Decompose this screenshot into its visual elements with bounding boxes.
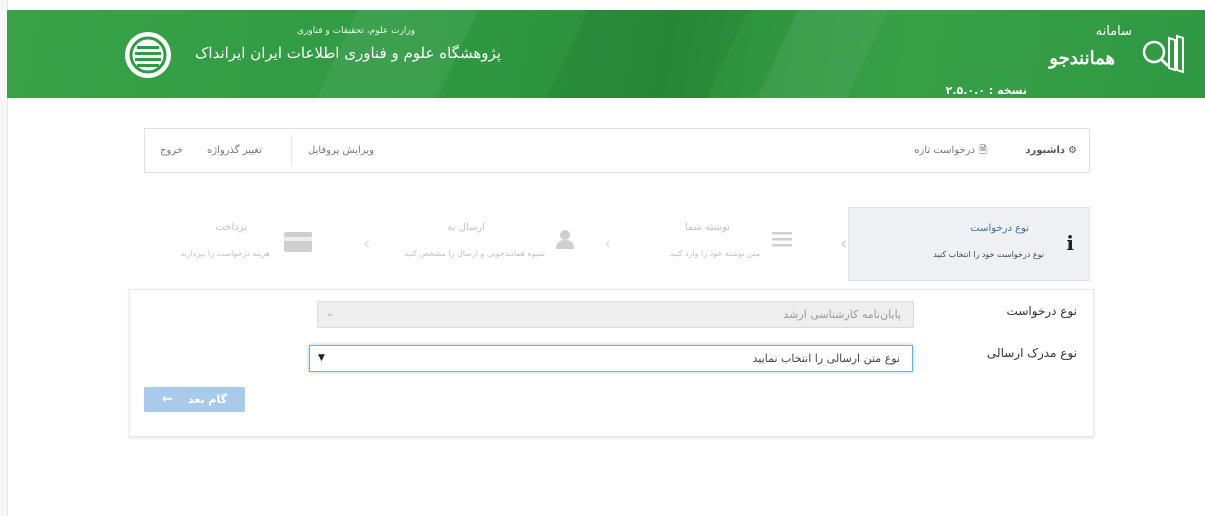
- step-title: پرداخت: [215, 222, 247, 233]
- header-decoration: [541, 10, 753, 98]
- nav-divider: [291, 135, 292, 166]
- request-type-value: پایان‌نامه کارشناسی ارشد: [783, 308, 901, 321]
- step-description: هزینه درخواست را بپردازید: [180, 249, 270, 258]
- nav-dashboard-label: داشبورد: [1025, 145, 1066, 156]
- chevron-left-icon: ‹: [363, 233, 371, 254]
- dashboard-icon: ⚙: [1068, 145, 1077, 156]
- chevron-down-icon: ▼: [318, 353, 325, 363]
- wizard-step-payment: پرداخت هزینه درخواست را بپردازید: [130, 207, 355, 279]
- credit-card-icon: [284, 232, 312, 256]
- nav-new-request-label: درخواست تازه: [914, 145, 975, 156]
- request-type-select: پایان‌نامه کارشناسی ارشد ⌄: [317, 301, 914, 328]
- info-icon: i: [1066, 231, 1074, 255]
- system-label: سامانه: [1095, 24, 1132, 39]
- hamanandjoo-logo-icon: [1139, 30, 1187, 76]
- chevron-left-icon: ‹: [840, 233, 848, 254]
- nav-new-request[interactable]: 🗎درخواست تازه: [914, 129, 987, 172]
- nav-profile-edit[interactable]: ویرایش پروفایل: [308, 129, 374, 172]
- header-decoration: [751, 10, 893, 98]
- request-form-card: نوع درخواست پایان‌نامه کارشناسی ارشد ⌄ ن…: [129, 289, 1094, 437]
- step-title: ارسال به: [447, 222, 485, 233]
- document-type-select[interactable]: نوع متن ارسالی را انتخاب نمایید ▼: [309, 345, 913, 372]
- arrow-left-icon: ←: [162, 392, 173, 407]
- document-type-placeholder: نوع متن ارسالی را انتخاب نمایید: [752, 352, 900, 365]
- version-label: نسخه : ۲.۵.۰.۰: [945, 84, 1027, 97]
- institute-name: پژوهشگاه علوم و فناوری اطلاعات ایران ایر…: [195, 44, 501, 62]
- header-banner: سامانه همانندجو نسخه : ۲.۵.۰.۰ وزارت علو…: [7, 10, 1205, 98]
- step-title: نوشته شما: [684, 222, 730, 233]
- top-navbar: ⚙داشبورد 🗎درخواست تازه ویرایش پروفایل تغ…: [144, 128, 1090, 173]
- document-type-label: نوع مدرک ارسالی: [986, 346, 1077, 360]
- wizard-step-request-type[interactable]: i نوع درخواست نوع درخواست خود را انتخاب …: [848, 207, 1090, 281]
- nav-logout-label: خروج: [160, 145, 183, 156]
- nav-change-password-label: تغییر گذرواژه: [207, 145, 262, 156]
- chevron-down-icon: ⌄: [326, 309, 334, 319]
- request-type-label: نوع درخواست: [1006, 304, 1077, 318]
- request-wizard: i نوع درخواست نوع درخواست خود را انتخاب …: [130, 207, 1090, 281]
- list-icon: [772, 230, 792, 252]
- next-step-label: گام بعد: [187, 393, 227, 406]
- step-description: نوع درخواست خود را انتخاب کنید: [933, 250, 1044, 259]
- nav-logout[interactable]: خروج: [160, 129, 183, 172]
- file-icon: 🗎: [978, 145, 987, 156]
- wizard-step-send-to: ارسال به شیوه همانندجویی و ارسال را مشخص…: [375, 207, 600, 279]
- step-description: متن نوشته خود را وارد کنید: [669, 249, 760, 258]
- system-name: همانندجو: [1049, 48, 1115, 69]
- institute-subtitle: وزارت علوم، تحقیقات و فناوری: [297, 26, 416, 36]
- nav-dashboard[interactable]: ⚙داشبورد: [1025, 129, 1077, 172]
- step-description: شیوه همانندجویی و ارسال را مشخص کنید: [403, 249, 545, 258]
- step-title: نوع درخواست: [970, 223, 1029, 234]
- nav-profile-edit-label: ویرایش پروفایل: [308, 145, 374, 156]
- user-icon: [555, 229, 575, 253]
- nav-change-password[interactable]: تغییر گذرواژه: [207, 129, 262, 172]
- next-step-button[interactable]: گام بعد ←: [144, 387, 245, 412]
- irandoc-logo-icon: [125, 32, 171, 78]
- chevron-left-icon: ‹: [604, 233, 612, 254]
- wizard-step-your-text: نوشته شما متن نوشته خود را وارد کنید: [610, 207, 840, 279]
